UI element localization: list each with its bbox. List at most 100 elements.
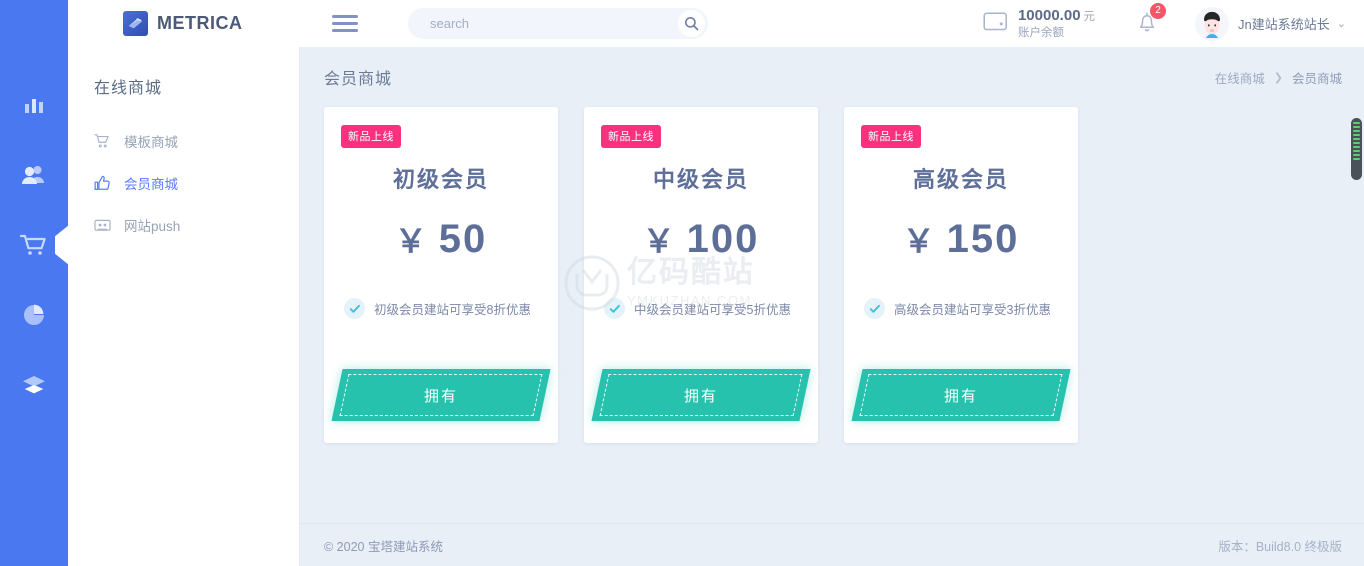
hamburger-line xyxy=(332,22,358,25)
feature-text: 中级会员建站可享受5折优惠 xyxy=(634,303,791,317)
search-box[interactable] xyxy=(408,8,708,39)
rail-item-layers[interactable] xyxy=(0,350,68,420)
brand[interactable]: METRICA xyxy=(123,11,308,36)
sidebar-title: 在线商城 xyxy=(94,80,163,97)
own-button[interactable]: 拥有 xyxy=(591,369,811,421)
page-header: 会员商城 在线商城 ❯ 会员商城 xyxy=(300,47,1364,107)
sidebar-item-label: 会员商城 xyxy=(124,177,178,192)
app-root: 在线商城 模板商城 会员商城 网站push METRICA search 100… xyxy=(0,0,1364,566)
sidebar-item-template-mall[interactable]: 模板商城 xyxy=(68,120,299,162)
notifications-button[interactable]: 2 xyxy=(1135,2,1167,39)
scroll-stripe xyxy=(1353,146,1360,148)
card-features: 高级会员建站可享受3折优惠 xyxy=(844,298,1078,319)
wallet-text: 10000.00 元 账户余额 xyxy=(1018,6,1095,40)
hamburger-icon[interactable] xyxy=(332,11,358,36)
own-button[interactable]: 拥有 xyxy=(851,369,1071,421)
currency-symbol: ￥ xyxy=(902,223,937,259)
feature-row: 高级会员建站可享受3折优惠 xyxy=(844,298,1078,319)
new-badge: 新品上线 xyxy=(861,125,921,148)
card-action-area: 拥有 xyxy=(324,369,558,421)
currency-symbol: ￥ xyxy=(394,223,429,259)
shopping-cart-icon xyxy=(19,232,49,258)
own-button-label: 拥有 xyxy=(423,387,458,405)
wallet-amount-row: 10000.00 元 xyxy=(1018,7,1095,24)
membership-card: 新品上线 中级会员 ￥ 100 中级会员建站可享受5折优惠 拥有 xyxy=(584,107,818,443)
membership-card: 新品上线 初级会员 ￥ 50 初级会员建站可享受8折优惠 拥有 xyxy=(324,107,558,443)
card-features: 中级会员建站可享受5折优惠 xyxy=(584,298,818,319)
breadcrumb-separator-icon: ❯ xyxy=(1273,71,1283,84)
push-icon xyxy=(94,218,116,233)
wallet-balance[interactable]: 10000.00 元 账户余额 xyxy=(983,6,1095,40)
active-rail-indicator xyxy=(55,225,69,265)
pie-chart-icon xyxy=(21,302,47,328)
price-value: 150 xyxy=(946,217,1020,261)
footer: © 2020 宝塔建站系统 版本：Build8.0 终极版 xyxy=(300,523,1364,566)
card-action-area: 拥有 xyxy=(844,369,1078,421)
card-title: 初级会员 xyxy=(392,167,489,192)
new-badge: 新品上线 xyxy=(601,125,661,148)
breadcrumb-parent[interactable]: 在线商城 xyxy=(1215,68,1265,87)
topbar-right: 10000.00 元 账户余额 2 Jn建站系统站长 ⌄ xyxy=(983,2,1346,41)
sidebar-item-member-mall[interactable]: 会员商城 xyxy=(68,162,299,204)
user-menu[interactable]: Jn建站系统站长 ⌄ xyxy=(1195,6,1346,41)
hamburger-line xyxy=(332,29,358,32)
card-title: 高级会员 xyxy=(912,167,1009,192)
check-icon xyxy=(344,298,365,319)
scroll-stripe xyxy=(1353,126,1360,128)
footer-version: 版本：Build8.0 终极版 xyxy=(1218,539,1342,554)
wallet-icon xyxy=(983,11,1008,37)
feature-row: 初级会员建站可享受8折优惠 xyxy=(324,298,558,319)
price-value: 50 xyxy=(438,217,488,261)
breadcrumb: 在线商城 ❯ 会员商城 xyxy=(1215,68,1342,87)
check-icon xyxy=(864,298,885,319)
rail-item-reports[interactable] xyxy=(0,280,68,350)
page-title: 会员商城 xyxy=(324,71,393,88)
price-value: 100 xyxy=(686,217,760,261)
rail-item-shop[interactable] xyxy=(0,210,69,280)
card-features: 初级会员建站可享受8折优惠 xyxy=(324,298,558,319)
own-button[interactable]: 拥有 xyxy=(331,369,551,421)
membership-card-list: 新品上线 初级会员 ￥ 50 初级会员建站可享受8折优惠 拥有 新品上线 中级会… xyxy=(300,107,1364,443)
card-price: ￥ 100 xyxy=(584,216,818,262)
sidebar-item-label: 模板商城 xyxy=(124,135,178,150)
scroll-stripe xyxy=(1353,158,1360,160)
rail-item-users[interactable] xyxy=(0,140,68,210)
sidebar-list: 模板商城 会员商城 网站push xyxy=(68,120,299,246)
bell-icon xyxy=(1135,11,1159,38)
card-price: ￥ 50 xyxy=(324,216,558,262)
scroll-stripe xyxy=(1353,150,1360,152)
topbar: METRICA 10000.00元 账户余额 xyxy=(68,0,1364,47)
card-title: 中级会员 xyxy=(652,167,749,192)
card-price: ￥ 150 xyxy=(844,216,1078,262)
bar-chart-icon xyxy=(22,93,46,117)
users-icon xyxy=(21,163,47,187)
scroll-stripe xyxy=(1353,130,1360,132)
page-scrollbar-thumb[interactable] xyxy=(1351,118,1362,180)
wallet-label: 账户余额 xyxy=(1017,27,1064,40)
search-input[interactable] xyxy=(430,16,660,31)
new-badge: 新品上线 xyxy=(341,125,401,148)
chevron-down-icon[interactable]: ⌄ xyxy=(1337,17,1346,30)
user-name: Jn建站系统站长 xyxy=(1238,17,1330,32)
sidebar-item-label: 网站push xyxy=(124,219,181,234)
sidebar: 在线商城 模板商城 会员商城 网站push xyxy=(68,0,300,566)
scroll-stripe xyxy=(1353,134,1360,136)
sidebar-item-website-push[interactable]: 网站push xyxy=(68,204,299,246)
wallet-unit: 元 xyxy=(1083,11,1096,24)
wallet-amount: 10000.00 xyxy=(1017,7,1081,25)
notification-badge: 2 xyxy=(1150,2,1167,19)
scroll-stripe xyxy=(1353,154,1360,156)
main-content: 会员商城 在线商城 ❯ 会员商城 新品上线 初级会员 ￥ 50 初级会员建站可享… xyxy=(300,47,1364,566)
card-action-area: 拥有 xyxy=(584,369,818,421)
own-button-label: 拥有 xyxy=(683,387,718,405)
cart-outline-icon xyxy=(94,133,116,149)
footer-copyright: © 2020 宝塔建站系统 xyxy=(324,539,443,554)
metrica-logo-icon xyxy=(123,11,148,36)
thumbs-up-icon xyxy=(94,175,116,192)
breadcrumb-current: 会员商城 xyxy=(1291,71,1342,86)
membership-card: 新品上线 高级会员 ￥ 150 高级会员建站可享受3折优惠 拥有 xyxy=(844,107,1078,443)
scroll-stripe xyxy=(1353,122,1360,124)
avatar xyxy=(1195,6,1230,41)
rail-item-analytics[interactable] xyxy=(0,70,68,140)
search-icon[interactable] xyxy=(678,10,705,37)
